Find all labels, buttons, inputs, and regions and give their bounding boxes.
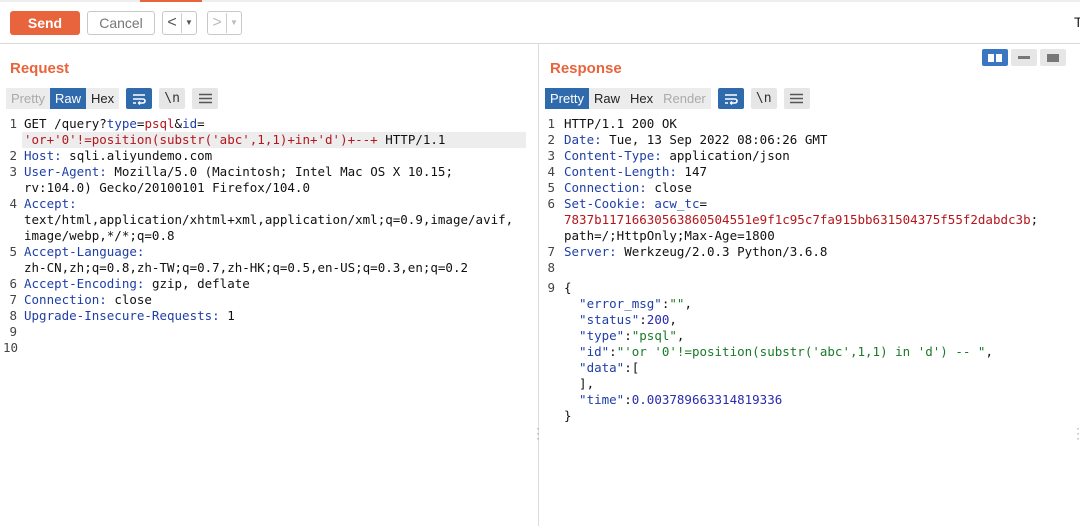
line-number: 1: [9, 116, 17, 131]
json-field: "time":0.003789663314819336: [564, 392, 783, 407]
line-number: 7: [9, 292, 17, 307]
response-panel-title: Response: [550, 60, 622, 77]
wrap-lines-icon[interactable]: [126, 88, 153, 109]
line-number: 8: [9, 308, 17, 323]
tab-raw[interactable]: Raw: [49, 88, 86, 109]
json-array-close: ],: [564, 376, 595, 391]
history-back-group: < ▼: [162, 11, 197, 35]
line-number: 9: [9, 324, 17, 339]
status-line: HTTP/1.1 200 OK: [564, 116, 677, 131]
chevron-down-icon[interactable]: ▼: [181, 13, 196, 33]
json-field: "data":[: [564, 360, 640, 375]
cookie-attributes: path=/;HttpOnly;Max-Age=1800: [564, 228, 775, 243]
line-number: 2: [9, 148, 17, 163]
tab-hex[interactable]: Hex: [86, 88, 119, 109]
tab-pretty[interactable]: Pretty: [6, 88, 50, 109]
chevron-down-icon[interactable]: ▼: [226, 13, 241, 33]
header-line: Content-Length: 147: [564, 164, 707, 179]
line-number: 1: [547, 116, 555, 131]
tab-pretty[interactable]: Pretty: [545, 88, 589, 109]
line-number: 8: [547, 260, 555, 275]
header-line: Connection: close: [24, 292, 152, 307]
line-number: 7: [547, 244, 555, 259]
json-field: "status":200,: [564, 312, 677, 327]
pane-resize-grip-icon[interactable]: · · ·: [1076, 422, 1080, 444]
line-number: 9: [547, 280, 555, 295]
pane-resize-grip-icon[interactable]: · · ·: [536, 422, 540, 444]
line-number: 6: [9, 276, 17, 291]
request-panel-title: Request: [10, 60, 70, 77]
split-vertical-icon[interactable]: [1011, 49, 1037, 66]
header-continuation: image/webp,*/*;q=0.8: [24, 228, 175, 243]
cookie-value: 7837b11716630563860504551e9f1c95c7fa915b…: [564, 212, 1039, 227]
header-line: Upgrade-Insecure-Requests: 1: [24, 308, 235, 323]
single-panel-icon[interactable]: [1040, 49, 1066, 66]
header-continuation: zh-CN,zh;q=0.8,zh-TW;q=0.7,zh-HK;q=0.5,e…: [24, 260, 469, 275]
line-number: 10: [3, 340, 19, 355]
line-number: 4: [9, 196, 17, 211]
header-line: Server: Werkzeug/2.0.3 Python/3.6.8: [564, 244, 828, 259]
header-line: Content-Type: application/json: [564, 148, 790, 163]
line-number: 6: [547, 196, 555, 211]
header-line: Host: sqli.aliyundemo.com: [24, 148, 213, 163]
wrap-lines-icon[interactable]: [717, 88, 744, 109]
header-continuation: rv:104.0) Gecko/20100101 Firefox/104.0: [24, 180, 310, 195]
header-line: Accept:: [24, 196, 77, 211]
set-cookie-line: Set-Cookie: acw_tc=: [564, 196, 708, 211]
header-line: User-Agent: Mozilla/5.0 (Macintosh; Inte…: [24, 164, 453, 179]
line-number: 3: [9, 164, 17, 179]
request-line: GET /query?type=psql&id=: [24, 116, 205, 131]
json-close-brace: }: [564, 408, 572, 423]
header-line: Accept-Encoding: gzip, deflate: [24, 276, 250, 291]
line-number: 4: [547, 164, 555, 179]
line-number: 3: [547, 148, 555, 163]
json-open-brace: {: [564, 280, 572, 295]
pane-divider[interactable]: [538, 44, 539, 526]
repeater-toolbar: Send Cancel < ▼ > ▼ T: [0, 2, 1080, 44]
line-number: 5: [9, 244, 17, 259]
show-newlines-button[interactable]: \n: [750, 88, 777, 109]
request-line-continuation: 'or+'0'!=position(substr('abc',1,1)+in+'…: [24, 132, 446, 147]
json-field: "type":"psql",: [564, 328, 685, 343]
hamburger-menu-icon[interactable]: [783, 88, 810, 109]
request-view-tabs: Pretty Raw Hex \n: [6, 88, 219, 109]
header-continuation: text/html,application/xhtml+xml,applicat…: [24, 212, 514, 227]
show-newlines-button[interactable]: \n: [159, 88, 186, 109]
line-number: 2: [547, 132, 555, 147]
hamburger-menu-icon[interactable]: [192, 88, 219, 109]
header-line: Connection: close: [564, 180, 692, 195]
response-view-tabs: Pretty Raw Hex Render \n: [545, 88, 810, 109]
tab-hex[interactable]: Hex: [625, 88, 658, 109]
target-label: T: [1074, 14, 1080, 30]
header-line: Accept-Language:: [24, 244, 145, 259]
layout-switcher: [982, 49, 1066, 66]
tab-raw[interactable]: Raw: [589, 88, 625, 109]
send-button[interactable]: Send: [10, 11, 80, 35]
tab-render[interactable]: Render: [658, 88, 711, 109]
line-number: 5: [547, 180, 555, 195]
history-forward-group: > ▼: [207, 11, 242, 35]
split-horizontal-icon[interactable]: [982, 49, 1008, 66]
back-arrow-icon[interactable]: <: [163, 13, 181, 33]
cancel-button[interactable]: Cancel: [87, 11, 155, 35]
header-line: Date: Tue, 13 Sep 2022 08:06:26 GMT: [564, 132, 828, 147]
json-field: "id":"'or '0'!=position(substr('abc',1,1…: [564, 344, 993, 359]
forward-arrow-icon[interactable]: >: [208, 13, 226, 33]
json-field: "error_msg":"",: [564, 296, 692, 311]
